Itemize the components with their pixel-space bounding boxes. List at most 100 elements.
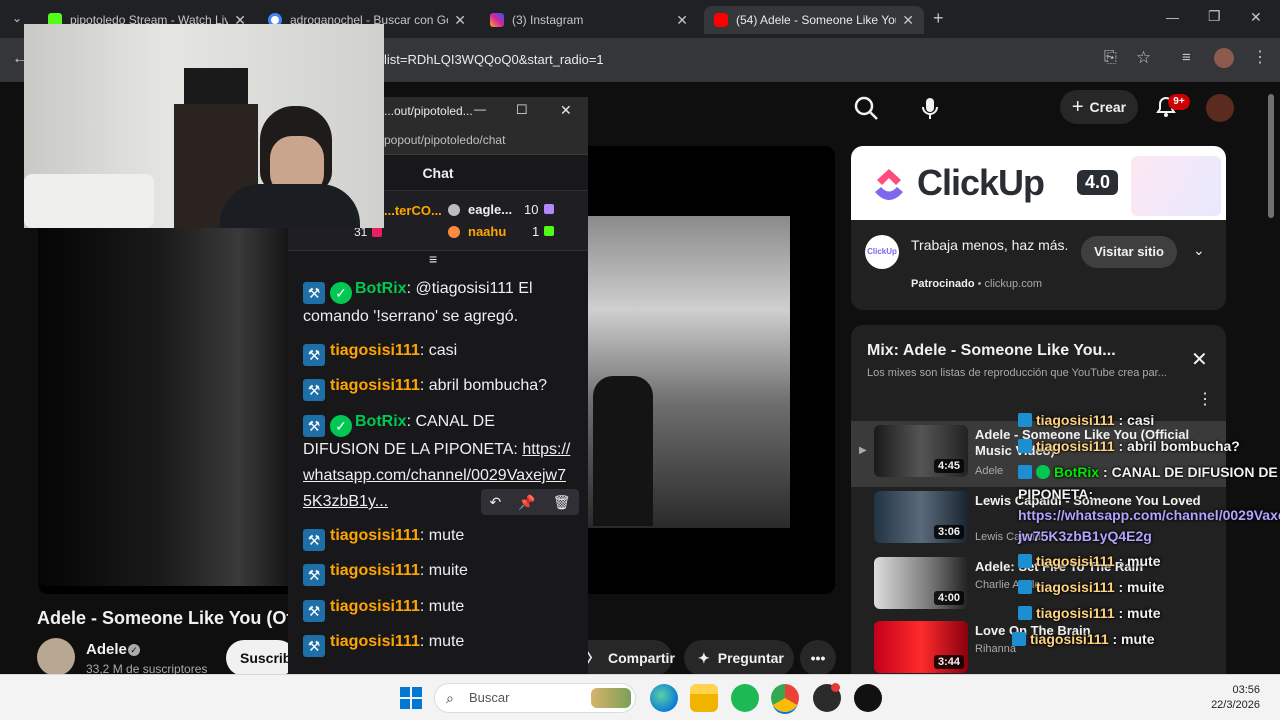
overlay-message: : mute — [1118, 553, 1161, 569]
kick-user-icon — [1012, 632, 1026, 646]
overlay-username: tiagosisi111 — [1036, 412, 1115, 428]
page-scrollbar[interactable] — [1266, 90, 1276, 674]
video-thumbnail: 3:06 — [874, 491, 968, 543]
bookmark-star-icon[interactable]: ☆ — [1136, 48, 1151, 68]
taskbar-search[interactable]: ⌕ Buscar — [434, 683, 636, 713]
chat-username[interactable]: tiagosisi111 — [330, 342, 420, 359]
leaderboard-count: 1 — [532, 224, 540, 239]
close-window-icon[interactable]: ✕ — [560, 102, 572, 119]
ad-version-badge: 4.0 — [1077, 170, 1119, 195]
chat-message[interactable]: ⚒ tiagosisi111: mute — [303, 523, 573, 551]
edge-icon[interactable] — [650, 684, 678, 712]
delete-icon[interactable]: 🗑 — [553, 494, 571, 511]
microphone-icon[interactable] — [916, 94, 944, 122]
reply-icon[interactable]: ↶ — [490, 494, 502, 511]
install-app-icon[interactable]: ⎘ — [1104, 49, 1117, 67]
chat-message[interactable]: ⚒ tiagosisi111: mute — [303, 629, 573, 657]
leaderboard-name: eagle... — [468, 202, 513, 217]
chat-username[interactable]: tiagosisi111 — [330, 377, 420, 394]
pin-icon[interactable]: 📌 — [518, 494, 535, 511]
ad-headline: Trabaja menos, haz más. — [911, 237, 1069, 253]
chat-text: mute — [428, 527, 465, 544]
scrollbar-thumb[interactable] — [1268, 94, 1274, 218]
account-avatar[interactable] — [1206, 94, 1234, 122]
overlay-username: tiagosisi111 — [1036, 605, 1115, 621]
profile-avatar[interactable] — [1214, 48, 1234, 68]
sponsored-ad[interactable]: ClickUp 4.0 ClickUp Trabaja menos, haz m… — [851, 146, 1226, 310]
chat-message[interactable]: ⚒ tiagosisi111: mute — [303, 594, 573, 622]
plus-icon: + — [1071, 95, 1084, 118]
kick-user-icon: ⚒ — [303, 564, 325, 586]
overlay-message: : mute — [1118, 605, 1161, 621]
channel-avatar[interactable] — [37, 638, 75, 676]
sub-gift-icon — [544, 226, 554, 236]
chat-message[interactable]: ⚒ ✓ BotRix: @tiagosisi111 El comando '!ser… — [303, 276, 573, 330]
ad-banner[interactable]: ClickUp 4.0 — [851, 146, 1226, 220]
file-explorer-icon[interactable] — [690, 684, 718, 712]
tab-instagram[interactable]: (3) Instagram ✕ — [480, 6, 698, 34]
chat-text: muite — [428, 562, 468, 579]
media-control-icon[interactable]: ≡ — [1182, 49, 1191, 66]
restore-icon[interactable]: ❐ — [1208, 8, 1221, 25]
channel-name[interactable]: Adele — [86, 641, 127, 658]
url-field[interactable]: list=RDhLQI3WQQoQ0&start_radio=1 — [376, 46, 1076, 74]
tiktok-icon[interactable] — [854, 684, 882, 712]
close-tab-icon[interactable]: ✕ — [902, 12, 914, 29]
chat-username[interactable]: BotRix — [355, 413, 407, 430]
duration: 3:44 — [933, 655, 964, 669]
search-icon[interactable] — [852, 94, 880, 122]
advertiser-avatar: ClickUp — [865, 235, 899, 269]
rank-2-icon — [448, 204, 460, 216]
minimize-icon[interactable]: — — [474, 102, 486, 116]
create-button[interactable]: + Crear — [1060, 90, 1138, 124]
kick-user-icon: ⚒ — [303, 600, 325, 622]
overlay-chat-line: jw75K3zbB1yQ4E2g — [1018, 528, 1152, 544]
spotify-icon[interactable] — [731, 684, 759, 712]
chat-text: casi — [428, 342, 458, 359]
overlay-message: : mute — [1112, 631, 1155, 647]
more-vertical-icon[interactable]: ⋮ — [1197, 389, 1213, 409]
chat-username[interactable]: tiagosisi111 — [330, 527, 420, 544]
subscribe-button[interactable]: Suscribirse — [226, 640, 296, 676]
chevron-down-icon[interactable]: ⌄ — [1193, 242, 1205, 259]
kick-user-icon — [1018, 413, 1032, 427]
close-tab-icon[interactable]: ✕ — [676, 12, 688, 29]
minimize-icon[interactable]: — — [1166, 10, 1179, 25]
close-icon[interactable]: ✕ — [1191, 347, 1208, 372]
duration: 4:00 — [933, 591, 964, 605]
tab-youtube[interactable]: (54) Adele - Someone Like You ✕ — [704, 6, 924, 34]
taskbar-clock[interactable]: 03:56 22/3/2026 — [1196, 683, 1260, 713]
overlay-chat-line: tiagosisi111 : mute — [1018, 553, 1161, 569]
chrome-icon[interactable] — [771, 684, 799, 712]
chat-message[interactable]: ⚒ tiagosisi111: abril bombucha? — [303, 373, 573, 401]
chat-username[interactable]: tiagosisi111 — [330, 633, 420, 650]
browser-menu-icon[interactable]: ⋮ — [1252, 47, 1268, 67]
leaderboard-name: naahu — [468, 224, 507, 239]
search-highlight-image — [591, 688, 631, 708]
chat-message[interactable]: ⚒ tiagosisi111: muite — [303, 558, 573, 586]
create-label: Crear — [1089, 99, 1127, 115]
chat-url-text[interactable]: popout/pipotoledo/chat — [384, 133, 505, 147]
verified-bot-icon: ✓ — [330, 415, 352, 437]
tab-list-chevron-icon[interactable]: ⌄ — [12, 11, 22, 25]
maximize-icon[interactable]: ☐ — [516, 102, 528, 118]
close-window-icon[interactable]: ✕ — [1250, 9, 1262, 26]
overlay-message: : CANAL DE DIFUSION DE LA — [1103, 464, 1280, 480]
chat-username[interactable]: BotRix — [355, 280, 407, 297]
ask-button[interactable]: ✦ Preguntar — [684, 640, 794, 676]
overlay-username: tiagosisi111 — [1036, 553, 1115, 569]
mix-title[interactable]: Mix: Adele - Someone Like You... — [867, 342, 1116, 360]
chat-username[interactable]: tiagosisi111 — [330, 598, 420, 615]
youtube-icon — [714, 13, 728, 27]
leaderboard-name: ...terCO... — [384, 203, 442, 218]
visit-site-button[interactable]: Visitar sitio — [1081, 236, 1177, 268]
scroll-down-icon[interactable]: ≡ — [429, 251, 437, 267]
rank-3-icon — [448, 226, 460, 238]
chat-username[interactable]: tiagosisi111 — [330, 562, 420, 579]
more-actions-button[interactable]: ••• — [800, 640, 836, 676]
windows-start-icon[interactable] — [399, 686, 423, 710]
chat-message[interactable]: ⚒ tiagosisi111: casi — [303, 338, 573, 366]
kick-user-icon: ⚒ — [303, 529, 325, 551]
close-tab-icon[interactable]: ✕ — [454, 12, 466, 29]
new-tab-icon[interactable]: + — [933, 8, 944, 29]
